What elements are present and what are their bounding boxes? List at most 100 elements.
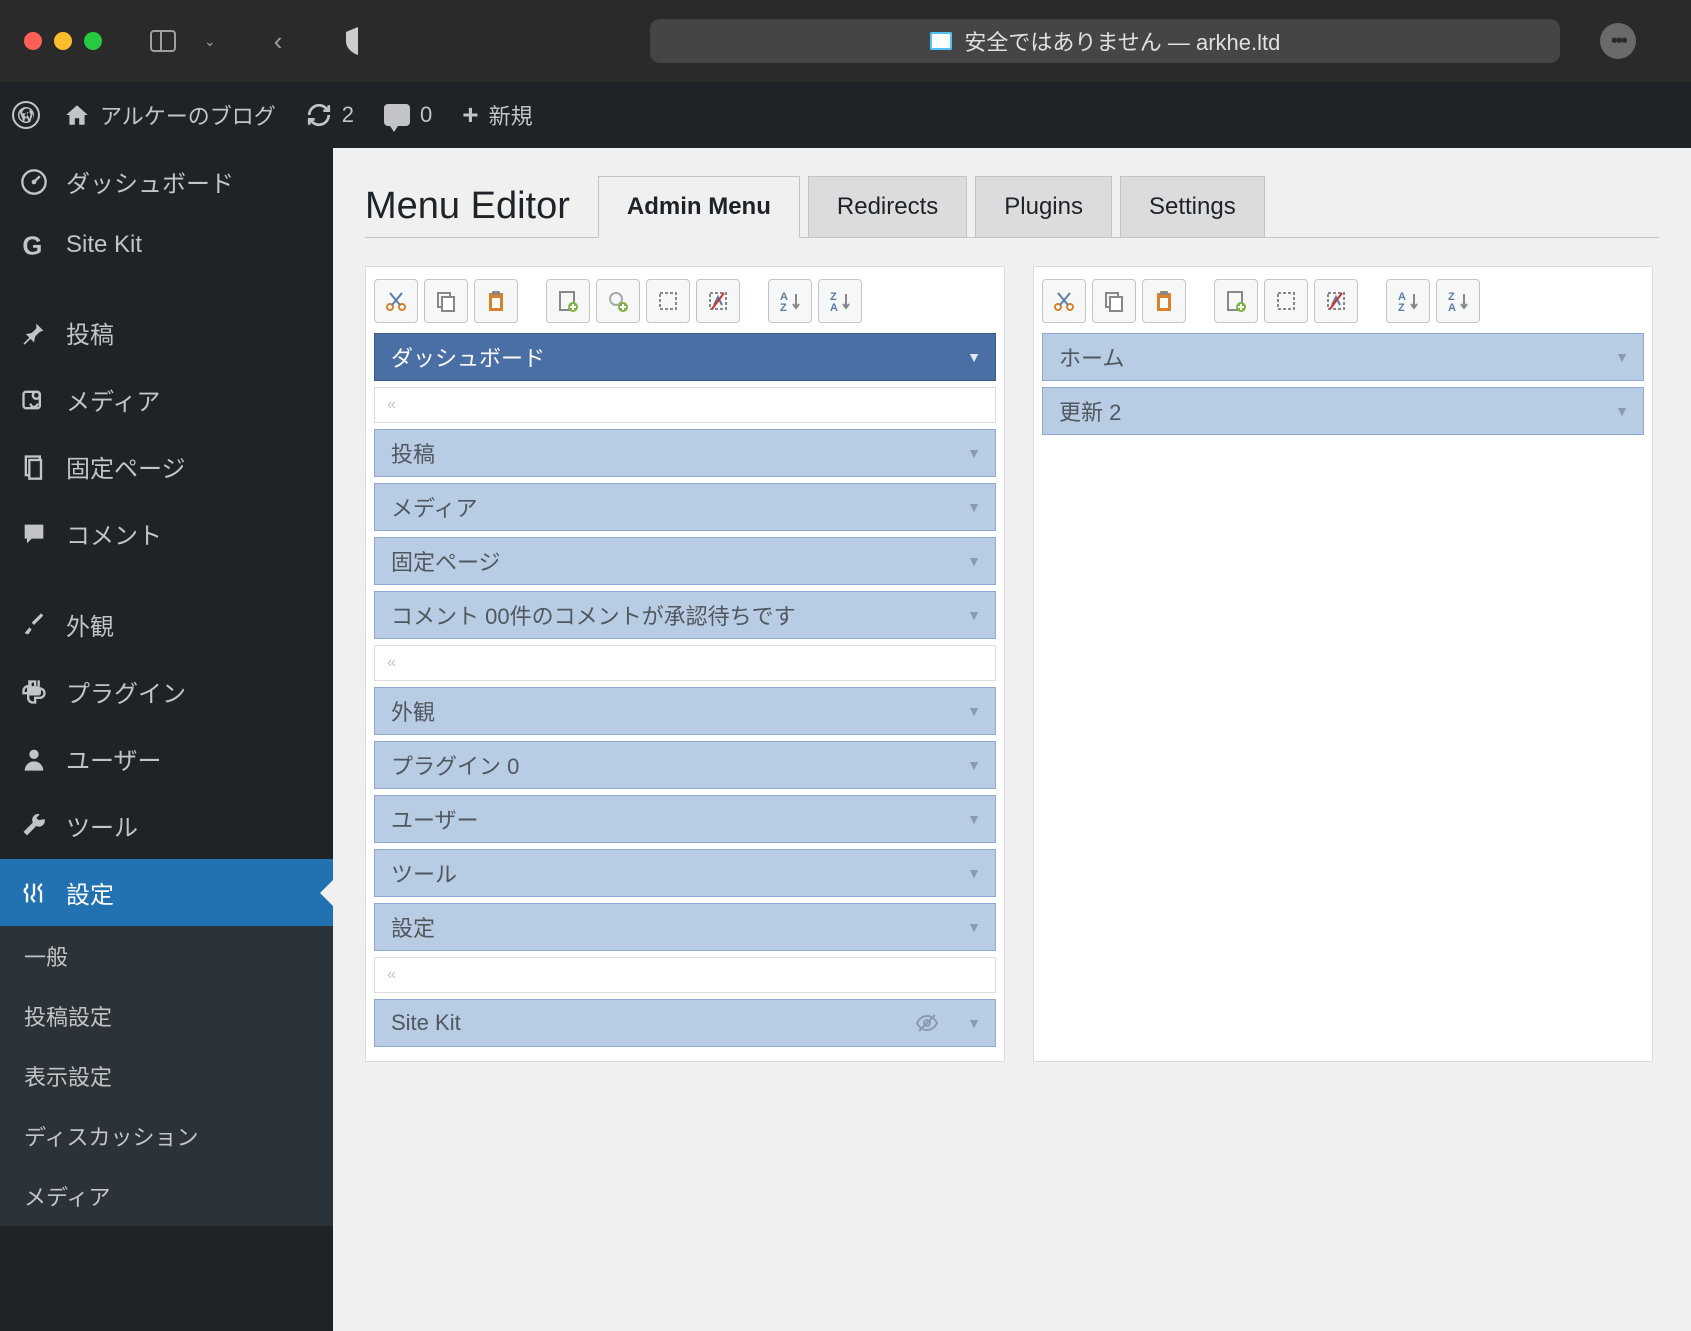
- expand-arrow-icon[interactable]: ▼: [1615, 349, 1629, 365]
- new-item-button[interactable]: [1214, 279, 1258, 323]
- sidebar-submenu: 一般 投稿設定 表示設定 ディスカッション メディア: [0, 926, 333, 1226]
- sidebar-item-settings[interactable]: 設定: [0, 859, 333, 926]
- address-text: 安全ではありません — arkhe.ltd: [964, 25, 1280, 57]
- expand-arrow-icon[interactable]: ▼: [967, 553, 981, 569]
- menu-item-row[interactable]: ツール ▼: [374, 849, 996, 897]
- sidebar-item-posts[interactable]: 投稿: [0, 299, 333, 366]
- copy-button[interactable]: [424, 279, 468, 323]
- expand-arrow-icon[interactable]: ▼: [967, 607, 981, 623]
- sidebar-item-pages[interactable]: 固定ページ: [0, 433, 333, 500]
- delete-button[interactable]: [1314, 279, 1358, 323]
- submenu-item-media[interactable]: メディア: [0, 1166, 333, 1226]
- expand-arrow-icon[interactable]: ▼: [1615, 403, 1629, 419]
- media-icon: [20, 386, 48, 414]
- expand-arrow-icon[interactable]: ▼: [967, 499, 981, 515]
- cut-button[interactable]: [1042, 279, 1086, 323]
- menu-item-row[interactable]: 固定ページ▼: [374, 537, 996, 585]
- sidebar-item-comments[interactable]: コメント: [0, 500, 333, 567]
- menu-item-row[interactable]: コメント 00件のコメントが承認待ちです▼: [374, 591, 996, 639]
- submenu-item-reading[interactable]: 表示設定: [0, 1046, 333, 1106]
- sort-za-button[interactable]: ZA: [1436, 279, 1480, 323]
- user-icon: [20, 745, 48, 773]
- menu-item-row[interactable]: Site Kit▼: [374, 999, 996, 1047]
- sidebar-item-dashboard[interactable]: ダッシュボード: [0, 148, 333, 215]
- sidebar-item-label: ダッシュボード: [66, 164, 234, 199]
- main-menu-column: AZ ZA ダッシュボード▼«投稿▼メディア▼固定ページ▼コメント 00件のコメ…: [365, 266, 1005, 1062]
- sidebar-item-tools[interactable]: ツール: [0, 792, 333, 859]
- expand-arrow-icon[interactable]: ▼: [967, 865, 981, 881]
- sort-az-button[interactable]: AZ: [1386, 279, 1430, 323]
- pin-icon: [20, 319, 48, 347]
- menu-item-row[interactable]: ユーザー▼: [374, 795, 996, 843]
- tab-redirects[interactable]: Redirects: [808, 176, 967, 237]
- svg-text:Z: Z: [1398, 302, 1405, 313]
- new-menu-button[interactable]: [546, 279, 590, 323]
- adminbar-site-link[interactable]: アルケーのブログ: [64, 99, 276, 131]
- expand-arrow-icon[interactable]: ▼: [967, 811, 981, 827]
- back-button[interactable]: ‹: [274, 26, 283, 57]
- address-bar[interactable]: 安全ではありません — arkhe.ltd: [650, 19, 1560, 63]
- show-hide-button[interactable]: [596, 279, 640, 323]
- cut-button[interactable]: [374, 279, 418, 323]
- comments-count: 0: [420, 102, 432, 128]
- sidebar-toggle-icon[interactable]: [150, 30, 176, 52]
- tab-plugins[interactable]: Plugins: [975, 176, 1112, 237]
- adminbar-new[interactable]: + 新規: [462, 99, 532, 131]
- expand-arrow-icon[interactable]: ▼: [967, 757, 981, 773]
- sidebar-item-sitekit[interactable]: G Site Kit: [0, 215, 333, 275]
- paste-button[interactable]: [1142, 279, 1186, 323]
- menu-separator-row[interactable]: «: [374, 645, 996, 681]
- home-icon: [64, 102, 90, 128]
- menu-item-label: 更新 2: [1059, 395, 1121, 427]
- main-toolbar: AZ ZA: [374, 275, 996, 333]
- expand-arrow-icon[interactable]: ▼: [967, 703, 981, 719]
- adminbar-updates[interactable]: 2: [306, 102, 354, 128]
- menu-item-row[interactable]: 外観▼: [374, 687, 996, 735]
- menu-item-row[interactable]: 設定▼: [374, 903, 996, 951]
- menu-item-row[interactable]: ホーム▼: [1042, 333, 1644, 381]
- more-button[interactable]: •••: [1600, 23, 1636, 59]
- submenu-item-discussion[interactable]: ディスカッション: [0, 1106, 333, 1166]
- submenu-item-general[interactable]: 一般: [0, 926, 333, 986]
- expand-arrow-icon[interactable]: ▼: [967, 1015, 981, 1031]
- menu-item-row[interactable]: プラグイン 0▼: [374, 741, 996, 789]
- paste-button[interactable]: [474, 279, 518, 323]
- wordpress-logo-icon[interactable]: [12, 101, 40, 129]
- menu-item-row[interactable]: ダッシュボード▼: [374, 333, 996, 381]
- page-header: Menu Editor Admin Menu Redirects Plugins…: [333, 148, 1691, 237]
- sidebar-item-users[interactable]: ユーザー: [0, 725, 333, 792]
- submenu-item-writing[interactable]: 投稿設定: [0, 986, 333, 1046]
- expand-arrow-icon[interactable]: ▼: [967, 445, 981, 461]
- menu-item-label: 投稿: [391, 437, 435, 469]
- menu-separator-row[interactable]: «: [374, 387, 996, 423]
- sidebar-item-plugins[interactable]: プラグイン: [0, 658, 333, 725]
- chrome-dropdown-icon[interactable]: ⌄: [204, 33, 216, 50]
- new-separator-button[interactable]: [1264, 279, 1308, 323]
- delete-button[interactable]: [696, 279, 740, 323]
- menu-item-row[interactable]: メディア▼: [374, 483, 996, 531]
- expand-arrow-icon[interactable]: ▼: [967, 919, 981, 935]
- tab-settings[interactable]: Settings: [1120, 176, 1265, 237]
- adminbar-comments[interactable]: 0: [384, 102, 432, 128]
- sort-az-button[interactable]: AZ: [768, 279, 812, 323]
- privacy-shield-icon[interactable]: [346, 27, 370, 55]
- sidebar-item-appearance[interactable]: 外観: [0, 591, 333, 658]
- minimize-window-button[interactable]: [54, 32, 72, 50]
- sidebar-item-media[interactable]: メディア: [0, 366, 333, 433]
- new-separator-button[interactable]: [646, 279, 690, 323]
- menu-item-row[interactable]: 投稿 ▼: [374, 429, 996, 477]
- menu-item-row[interactable]: 更新 2 ▼: [1042, 387, 1644, 435]
- expand-arrow-icon[interactable]: ▼: [967, 349, 981, 365]
- sidebar-item-label: Site Kit: [66, 231, 142, 259]
- updates-count: 2: [342, 102, 354, 128]
- sidebar-item-label: 設定: [66, 875, 114, 910]
- close-window-button[interactable]: [24, 32, 42, 50]
- menu-separator-row[interactable]: «: [374, 957, 996, 993]
- menu-item-label: ツール: [391, 857, 457, 889]
- copy-button[interactable]: [1092, 279, 1136, 323]
- sort-za-button[interactable]: ZA: [818, 279, 862, 323]
- maximize-window-button[interactable]: [84, 32, 102, 50]
- editor-columns: AZ ZA ダッシュボード▼«投稿▼メディア▼固定ページ▼コメント 00件のコメ…: [333, 238, 1691, 1090]
- tab-admin-menu[interactable]: Admin Menu: [598, 176, 800, 238]
- sidebar-item-label: コメント: [66, 516, 162, 551]
